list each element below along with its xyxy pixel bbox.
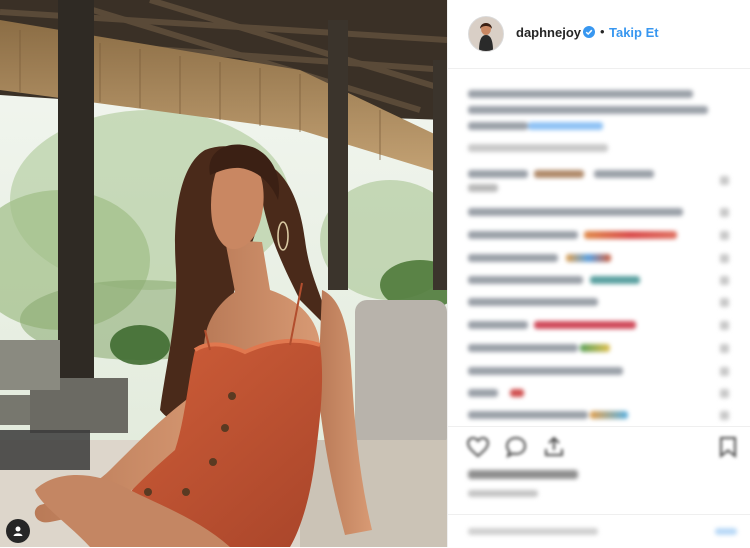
user-tag-icon[interactable] [6,519,30,543]
comment-row [468,321,528,329]
comment-like-icon[interactable] [720,411,729,420]
verified-badge-icon [583,26,595,38]
comment-emoji [566,254,611,262]
separator-dot: • [600,24,605,39]
comment-emoji [510,389,524,397]
comment-like-icon[interactable] [720,276,729,285]
post-comment-button[interactable] [715,528,737,535]
comment-like-icon[interactable] [720,298,729,307]
post-sidebar: daphnejoy • Takip Et [447,0,750,547]
comment-emoji [590,411,628,419]
action-bar [448,426,750,467]
comment-emoji [534,321,636,329]
comments-list[interactable] [448,78,750,423]
instagram-post: daphnejoy • Takip Et [0,0,750,547]
heart-icon[interactable] [466,435,490,459]
post-date [468,490,538,497]
comment-icon[interactable] [504,435,528,459]
comment-row [468,184,498,192]
comment-row [468,170,528,178]
comment-emoji [534,170,584,178]
post-header: daphnejoy • Takip Et [448,0,750,69]
comment-like-icon[interactable] [720,367,729,376]
comment-like-icon[interactable] [720,389,729,398]
caption-line [468,90,693,98]
add-comment-bar [448,514,750,548]
comment-row [468,208,683,216]
caption-line [468,122,528,130]
post-image [0,0,447,547]
comment-row [468,389,498,397]
add-comment-input[interactable] [468,528,598,535]
view-comments-link[interactable] [468,144,608,152]
caption-line [468,106,708,114]
avatar[interactable] [468,16,504,52]
follow-button[interactable]: Takip Et [609,25,659,40]
bookmark-icon[interactable] [716,435,740,459]
comment-row [468,254,558,262]
comment-row [594,170,654,178]
comment-row [468,367,623,375]
comment-row [468,276,583,284]
caption-hashtag[interactable] [528,122,603,130]
comment-emoji [590,276,640,284]
post-author-username[interactable]: daphnejoy [516,25,581,40]
comment-row [468,231,578,239]
comment-emoji [584,231,677,239]
comment-like-icon[interactable] [720,176,729,185]
comment-row [468,411,588,419]
comment-row [468,344,578,352]
share-icon[interactable] [542,435,566,459]
comment-like-icon[interactable] [720,254,729,263]
likes-count[interactable] [468,470,578,479]
comment-row [468,298,598,306]
comment-like-icon[interactable] [720,344,729,353]
comment-emoji [580,344,610,352]
post-photo[interactable] [0,0,447,547]
comment-like-icon[interactable] [720,208,729,217]
comment-like-icon[interactable] [720,321,729,330]
comment-like-icon[interactable] [720,231,729,240]
